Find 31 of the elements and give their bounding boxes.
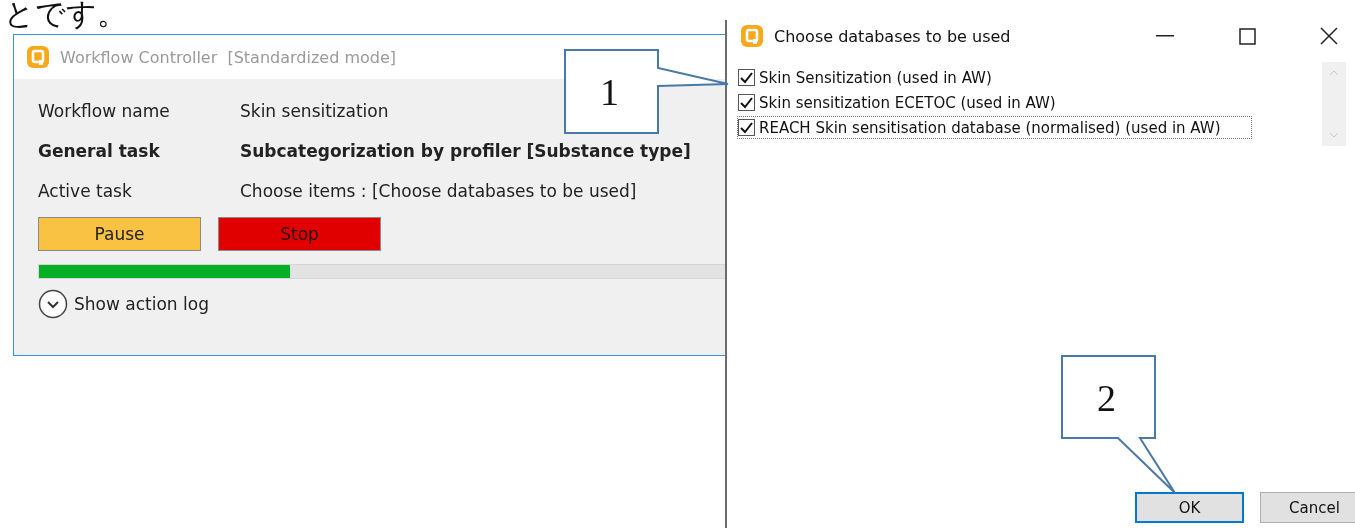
close-icon[interactable] — [1320, 27, 1338, 45]
window-title: Workflow Controller [Standardized mode] — [60, 47, 396, 67]
field-label: Workflow name — [38, 101, 171, 121]
field-value: Skin sensitization — [240, 101, 390, 121]
field-label: Active task — [38, 181, 133, 201]
minimize-icon[interactable] — [1156, 35, 1174, 37]
chevron-icon — [38, 289, 68, 319]
item-label: REACH Skin sensitisation database (normalised) (used in AW) — [759, 118, 1221, 137]
callout-number: 1 — [600, 70, 619, 114]
database-item[interactable]: REACH Skin sensitisation database (normalised) (used in AW) — [737, 116, 1252, 139]
app-icon — [740, 24, 764, 48]
checkbox[interactable] — [738, 119, 755, 136]
maximize-icon[interactable] — [1238, 27, 1256, 45]
stop-button[interactable]: Stop — [218, 217, 381, 251]
checkbox[interactable] — [738, 94, 755, 111]
pause-button[interactable]: Pause — [38, 217, 201, 251]
database-item[interactable]: Skin Sensitization (used in AW) — [737, 66, 1252, 89]
show-log-toggle[interactable]: Show action log — [38, 289, 209, 319]
caption-text: とです。 — [4, 0, 127, 30]
ok-button[interactable]: OK — [1135, 492, 1244, 523]
database-item[interactable]: Skin sensitization ECETOC (used in AW) — [737, 91, 1252, 114]
field-value: Subcategorization by profiler [Substance type] — [240, 141, 692, 161]
checkbox[interactable] — [738, 69, 755, 86]
item-label: Skin sensitization ECETOC (used in AW) — [759, 93, 1056, 112]
field-label: General task — [38, 141, 161, 161]
field-value: Choose items : [Choose databases to be used] — [240, 181, 638, 201]
dialog-title: Choose databases to be used — [774, 26, 1012, 46]
cancel-button[interactable]: Cancel — [1260, 492, 1355, 523]
callout-number: 2 — [1097, 376, 1116, 420]
item-label: Skin Sensitization (used in AW) — [759, 68, 992, 87]
app-icon — [26, 45, 50, 69]
